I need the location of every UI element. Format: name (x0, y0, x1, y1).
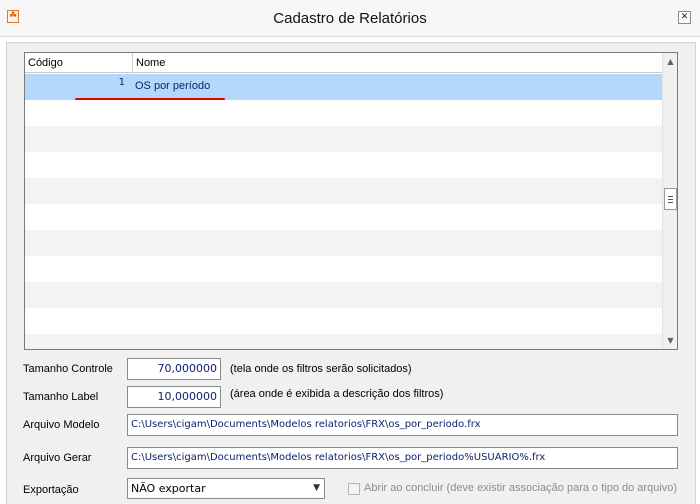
table-row[interactable] (25, 256, 662, 282)
table-row[interactable] (25, 230, 662, 256)
scroll-down-icon[interactable]: ▼ (663, 332, 677, 349)
tamanho-controle-input[interactable]: 70,000000 (127, 358, 221, 380)
grid-header: Código Nome (25, 53, 662, 73)
arquivo-gerar-label: Arquivo Gerar (23, 452, 92, 464)
chevron-down-icon: ▼ (313, 483, 320, 493)
cell-codigo: 1 (118, 77, 125, 88)
table-row[interactable] (25, 334, 662, 349)
arquivo-modelo-label: Arquivo Modelo (23, 419, 100, 431)
column-header-codigo[interactable]: Código (25, 53, 133, 73)
tamanho-label-hint: (área onde é exibida a descrição dos fil… (230, 388, 444, 400)
abrir-ao-concluir-label: Abrir ao concluir (deve existir associaç… (364, 482, 678, 494)
table-row[interactable] (25, 126, 662, 152)
window-title: Cadastro de Relatórios (273, 10, 427, 27)
arquivo-gerar-input[interactable]: C:\Users\cigam\Documents\Modelos relator… (127, 447, 678, 469)
table-row-selected[interactable]: 1 OS por período (25, 74, 662, 100)
tamanho-controle-hint: (tela onde os filtros serão solicitados) (230, 363, 412, 375)
grid-rows: 1 OS por período (25, 74, 662, 349)
column-header-nome[interactable]: Nome (133, 53, 662, 73)
arquivo-modelo-input[interactable]: C:\Users\cigam\Documents\Modelos relator… (127, 414, 678, 436)
reports-grid[interactable]: Código Nome 1 OS por período ▲ ▼ (24, 52, 678, 350)
scroll-thumb[interactable] (664, 188, 677, 210)
table-row[interactable] (25, 178, 662, 204)
table-row[interactable] (25, 100, 662, 126)
tamanho-controle-label: Tamanho Controle (23, 363, 113, 375)
table-row[interactable] (25, 204, 662, 230)
tamanho-label-input[interactable]: 10,000000 (127, 386, 221, 408)
report-registration-window: ☘ Cadastro de Relatórios ✕ Código Nome 1… (0, 0, 700, 504)
exportacao-select[interactable]: NÃO exportar ▼ (127, 478, 325, 499)
form-panel: Código Nome 1 OS por período ▲ ▼ Tamanho… (6, 42, 696, 504)
abrir-ao-concluir-checkbox[interactable] (348, 483, 360, 495)
table-row[interactable] (25, 308, 662, 334)
table-row[interactable] (25, 152, 662, 178)
close-icon: ✕ (680, 12, 689, 22)
tamanho-label-label: Tamanho Label (23, 391, 99, 403)
cell-nome: OS por período (135, 80, 211, 92)
vertical-scrollbar[interactable]: ▲ ▼ (662, 53, 677, 349)
exportacao-label: Exportação (23, 484, 79, 496)
title-bar: ☘ Cadastro de Relatórios ✕ (0, 0, 700, 37)
close-button[interactable]: ✕ (678, 11, 691, 24)
exportacao-value: NÃO exportar (131, 482, 206, 495)
table-row[interactable] (25, 282, 662, 308)
scroll-up-icon[interactable]: ▲ (663, 53, 677, 70)
